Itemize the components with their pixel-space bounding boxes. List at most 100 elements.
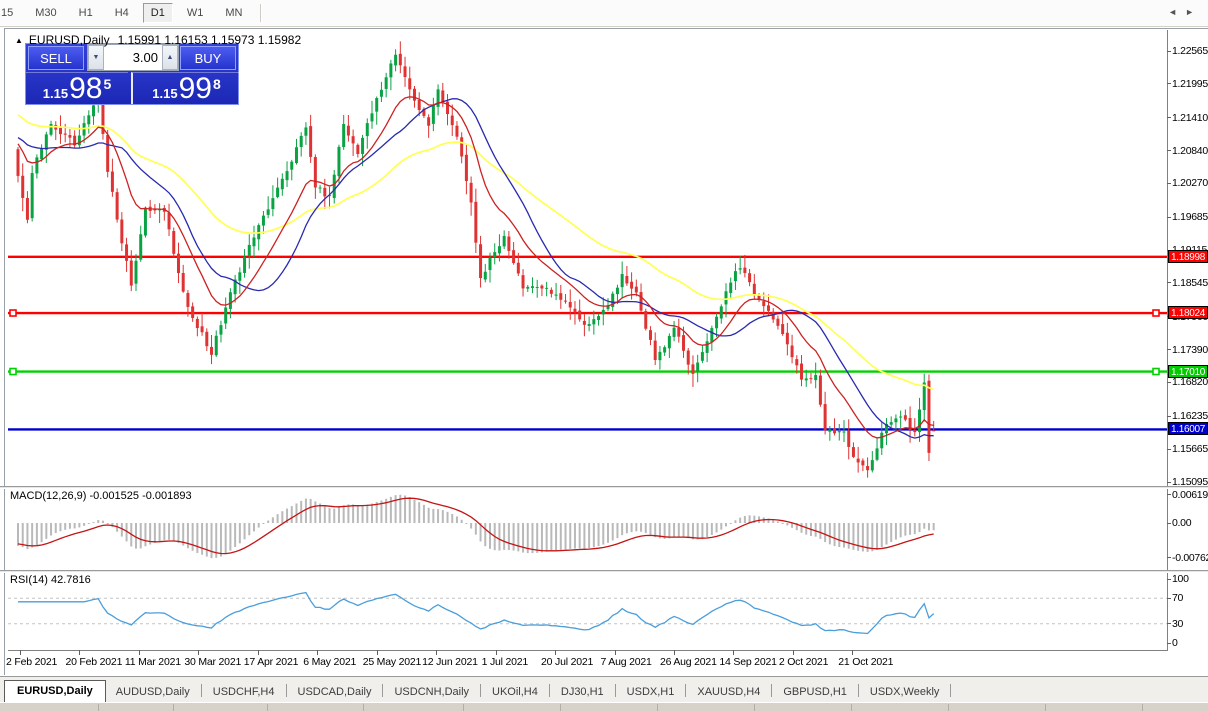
strip-separator — [657, 704, 658, 711]
chart-symbol-period: EURUSD,Daily — [29, 33, 110, 47]
axis-tick — [1167, 382, 1171, 383]
buy-price-sup: 8 — [213, 76, 221, 92]
chart-tab-ukoil[interactable]: UKOil,H4 — [482, 682, 548, 703]
time-axis-tick — [674, 650, 675, 655]
tab-separator — [950, 684, 951, 697]
macd-pane-divider[interactable] — [0, 486, 1208, 489]
axis-tick — [1167, 416, 1171, 417]
hline-price-label: 1.18998 — [1168, 250, 1208, 263]
chart-tab-eurusd[interactable]: EURUSD,Daily — [4, 680, 106, 703]
one-click-collapse-triangle-icon[interactable]: ▲ — [15, 36, 23, 45]
rsi-axis-label: 0 — [1172, 637, 1178, 649]
price-axis-label: 1.17390 — [1172, 344, 1208, 356]
volume-input[interactable] — [104, 45, 162, 70]
axis-tick — [1167, 598, 1171, 599]
price-axis-label: 1.15665 — [1172, 443, 1208, 455]
timeframe-button-h4[interactable]: H4 — [107, 3, 137, 23]
time-axis-tick — [198, 650, 199, 655]
rsi-pane-divider[interactable] — [0, 570, 1208, 573]
axis-tick — [1167, 51, 1171, 52]
date-axis-label: 11 Mar 2021 — [125, 656, 181, 668]
date-axis-label: 6 May 2021 — [303, 656, 356, 668]
timeframe-toolbar: 15 M30 H1 H4 D1 W1MN — [0, 0, 1208, 27]
axis-tick — [1167, 579, 1171, 580]
time-axis-tick — [555, 650, 556, 655]
axis-tick — [1167, 482, 1171, 483]
tab-scroll-arrows[interactable]: ◄► — [1168, 7, 1202, 17]
timeframe-button-d1[interactable]: D1 — [143, 3, 173, 23]
axis-tick — [1167, 282, 1171, 283]
chart-tab-gbpusd[interactable]: GBPUSD,H1 — [773, 682, 857, 703]
strip-separator — [98, 704, 99, 711]
tab-scroll-left-icon[interactable]: ◄ — [1168, 7, 1185, 17]
tab-separator — [286, 684, 287, 697]
axis-tick — [1167, 349, 1171, 350]
date-axis-label: 1 Jul 2021 — [482, 656, 528, 668]
price-axis-label: 1.19685 — [1172, 211, 1208, 223]
chart-tab-usdchf[interactable]: USDCHF,H4 — [203, 682, 285, 703]
time-axis-tick — [496, 650, 497, 655]
sell-price[interactable]: 1.15 98 5 — [26, 72, 128, 104]
time-axis-tick — [377, 650, 378, 655]
chart-ohlc-values: 1.15991 1.16153 1.15973 1.15982 — [118, 33, 302, 47]
date-axis-label: 17 Apr 2021 — [244, 656, 298, 668]
chart-tab-usdcnh[interactable]: USDCNH,Daily — [384, 682, 479, 703]
buy-price[interactable]: 1.15 99 8 — [131, 72, 240, 104]
chart-tab-xauusd[interactable]: XAUUSD,H4 — [687, 682, 770, 703]
time-axis-tick — [436, 650, 437, 655]
price-axis-label: 1.22565 — [1172, 45, 1208, 57]
chart-tab-usdcad[interactable]: USDCAD,Daily — [288, 682, 382, 703]
date-axis-label: 12 Jun 2021 — [422, 656, 478, 668]
axis-tick — [1167, 117, 1171, 118]
axis-tick — [1167, 623, 1171, 624]
sell-button[interactable]: SELL — [28, 46, 84, 70]
buy-button[interactable]: BUY — [180, 46, 236, 70]
chart-tab-audusd[interactable]: AUDUSD,Daily — [106, 682, 200, 703]
chart-title: ▲ EURUSD,Daily 1.15991 1.16153 1.15973 1.1… — [15, 33, 301, 47]
date-axis-label: 25 May 2021 — [363, 656, 422, 668]
tab-separator — [382, 684, 383, 697]
date-axis-label: 21 Oct 2021 — [838, 656, 893, 668]
chevron-down-icon: ▼ — [93, 54, 100, 61]
date-axis-label: 20 Jul 2021 — [541, 656, 593, 668]
tab-separator — [858, 684, 859, 697]
macd-axis-label: 0.00 — [1172, 517, 1191, 529]
tab-separator — [549, 684, 550, 697]
time-axis-tick — [852, 650, 853, 655]
date-axis-label: 30 Mar 2021 — [184, 656, 241, 668]
chart-tab-dj30[interactable]: DJ30,H1 — [551, 682, 614, 703]
tab-separator — [685, 684, 686, 697]
rsi-axis-label: 70 — [1172, 592, 1183, 604]
timeframe-button-w1[interactable]: W1 — [179, 3, 212, 23]
sell-price-big: 98 — [69, 74, 102, 104]
strip-separator — [1142, 704, 1143, 711]
timeframe-button-m30[interactable]: M30 — [27, 3, 64, 23]
price-axis-label: 1.20270 — [1172, 177, 1208, 189]
strip-separator — [851, 704, 852, 711]
strip-separator — [560, 704, 561, 711]
buy-price-big: 99 — [179, 74, 212, 104]
date-axis-label: 2 Oct 2021 — [779, 656, 828, 668]
hline-price-label: 1.16007 — [1168, 422, 1208, 435]
timeframe-button-h1[interactable]: H1 — [71, 3, 101, 23]
tab-separator — [771, 684, 772, 697]
axis-tick — [1167, 557, 1171, 558]
volume-increase-button[interactable]: ▲ — [162, 45, 178, 70]
axis-tick — [1167, 449, 1171, 450]
chart-tab-usdx[interactable]: USDX,Weekly — [860, 682, 949, 703]
tab-scroll-right-icon[interactable]: ► — [1185, 7, 1202, 17]
sell-price-prefix: 1.15 — [43, 86, 68, 101]
chart-tab-usdx[interactable]: USDX,H1 — [617, 682, 685, 703]
price-axis-label: 1.20840 — [1172, 145, 1208, 157]
time-axis-tick — [139, 650, 140, 655]
time-axis-tick — [615, 650, 616, 655]
timeframe-button-15[interactable]: 15 — [0, 3, 21, 23]
sell-price-sup: 5 — [103, 76, 111, 92]
strip-separator — [463, 704, 464, 711]
timeframe-button-mn[interactable]: MN — [217, 3, 250, 23]
hline-price-label: 1.18024 — [1168, 306, 1208, 319]
volume-decrease-button[interactable]: ▼ — [88, 45, 104, 70]
chart-tab-bar: EURUSD,DailyAUDUSD,DailyUSDCHF,H4USDCAD,… — [0, 676, 1208, 703]
tab-separator — [201, 684, 202, 697]
rsi-canvas[interactable] — [8, 573, 1167, 650]
